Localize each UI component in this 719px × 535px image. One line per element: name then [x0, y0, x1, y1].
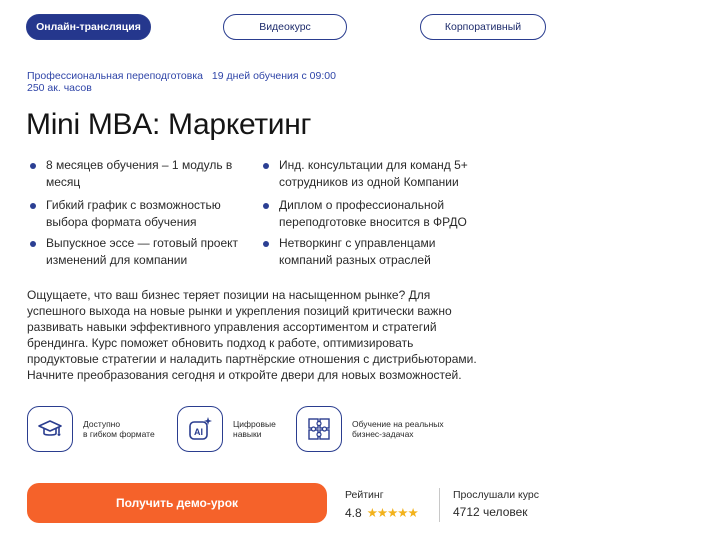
listeners-label: Прослушали курс: [453, 489, 539, 501]
course-description: Ощущаете, что ваш бизнес теряет позиции …: [27, 288, 477, 382]
get-demo-lesson-button[interactable]: Получить демо-урок: [27, 483, 327, 523]
star-rating-icon: ★★★★★: [366, 506, 419, 520]
program-type: Профессиональная переподготовка: [27, 70, 203, 82]
badge-label: Доступно: [83, 419, 121, 429]
benefit-badges: Доступно в гибком формате AI Цифровые на…: [27, 406, 487, 454]
ai-icon: AI: [177, 406, 223, 452]
badge-label: навыки: [233, 429, 262, 439]
svg-text:AI: AI: [194, 427, 203, 437]
feature-item: Нетворкинг с управленцами компаний разны…: [263, 235, 488, 268]
divider: [439, 488, 440, 522]
tab-online-broadcast[interactable]: Онлайн-трансляция: [26, 14, 151, 40]
hours: 250 ак. часов: [27, 82, 92, 94]
feature-item: Гибкий график с возможностью выбора форм…: [30, 197, 245, 230]
schedule: 19 дней обучения с 09:00: [211, 70, 336, 82]
feature-item: Выпускное эссе — готовый проект изменени…: [30, 235, 245, 268]
course-rating: Рейтинг 4.8 ★★★★★: [345, 489, 419, 520]
tab-video-course[interactable]: Видеокурс: [223, 14, 347, 40]
tab-corporate[interactable]: Корпоративный: [420, 14, 546, 40]
listeners-value: 4712 человек: [453, 505, 528, 519]
badge-label: Обучение на реальных: [352, 419, 444, 429]
badge-flexible-format: Доступно в гибком формате: [27, 406, 155, 452]
rating-label: Рейтинг: [345, 489, 384, 501]
feature-item: Диплом о профессиональной переподготовке…: [263, 197, 488, 230]
feature-item: Инд. консультации для команд 5+ сотрудни…: [263, 157, 488, 190]
rating-value: 4.8: [345, 505, 362, 520]
format-tabs: Онлайн-трансляция Видеокурс Корпоративны…: [26, 14, 546, 40]
page-title: Mini MBA: Маркетинг: [26, 108, 312, 141]
badge-real-tasks: Обучение на реальных бизнес-задачах: [296, 406, 444, 452]
listeners-count: Прослушали курс 4712 человек: [453, 489, 539, 519]
badge-label: в гибком формате: [83, 429, 155, 439]
badge-label: Цифровые: [233, 419, 276, 429]
puzzle-icon: [296, 406, 342, 452]
badge-digital-skills: AI Цифровые навыки: [177, 406, 276, 452]
course-meta: Профессиональная переподготовка 19 дней …: [27, 70, 336, 94]
feature-item: 8 месяцев обучения – 1 модуль в месяц: [30, 157, 245, 190]
graduation-cap-icon: [27, 406, 73, 452]
badge-label: бизнес-задачах: [352, 429, 414, 439]
